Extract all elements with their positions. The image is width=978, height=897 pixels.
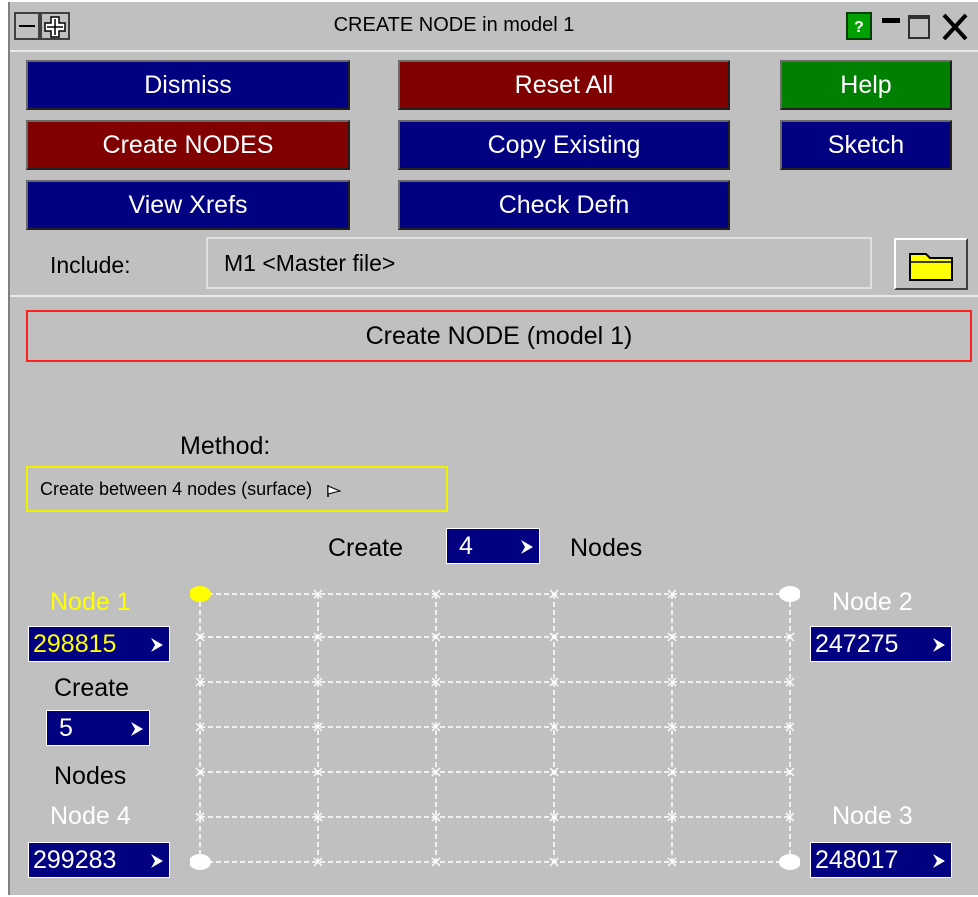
- method-select[interactable]: Create between 4 nodes (surface): [26, 466, 448, 512]
- node1-marker: [190, 586, 211, 602]
- dismiss-button[interactable]: Dismiss: [26, 60, 350, 110]
- help-question-icon[interactable]: ?: [846, 12, 872, 40]
- node2-select[interactable]: 247275: [810, 626, 952, 662]
- minus-icon[interactable]: [14, 12, 40, 40]
- svg-text:?: ?: [854, 19, 864, 36]
- include-label: Include:: [50, 252, 131, 278]
- node1-value: 298815: [33, 629, 117, 658]
- node4-label: Node 4: [50, 802, 131, 830]
- include-field[interactable]: M1 <Master file>: [206, 237, 872, 289]
- window-title: CREATE NODE in model 1: [333, 14, 575, 36]
- minimize-icon[interactable]: [880, 12, 902, 40]
- panel-divider: [10, 295, 978, 297]
- maximize-icon[interactable]: [906, 12, 932, 40]
- node-grid-diagram: [190, 586, 800, 870]
- node2-value: 247275: [815, 629, 899, 658]
- create-row-suffix: Nodes: [570, 534, 643, 562]
- node2-label: Node 2: [832, 588, 913, 616]
- copy-existing-button[interactable]: Copy Existing: [398, 120, 730, 170]
- method-selected-value: Create between 4 nodes (surface): [40, 478, 313, 499]
- create-row-prefix: Create: [328, 534, 404, 562]
- col-count-select[interactable]: 5: [46, 710, 150, 746]
- dropdown-arrow-icon: [933, 854, 945, 868]
- sketch-button[interactable]: Sketch: [780, 120, 952, 170]
- create-nodes-button[interactable]: Create NODES: [26, 120, 350, 170]
- col-count-value: 5: [59, 713, 73, 742]
- help-button[interactable]: Help: [780, 60, 952, 110]
- create-col-suffix: Nodes: [54, 762, 127, 790]
- dropdown-arrow-icon: [151, 854, 163, 868]
- close-icon[interactable]: [938, 10, 972, 42]
- folder-icon: [909, 253, 953, 281]
- view-xrefs-button[interactable]: View Xrefs: [26, 180, 350, 230]
- node3-select[interactable]: 248017: [810, 842, 952, 878]
- node4-value: 299283: [33, 845, 117, 874]
- node4-select[interactable]: 299283: [28, 842, 170, 878]
- title-bar: CREATE NODE in model 1 ?: [10, 2, 978, 52]
- dropdown-arrow-icon: [131, 722, 143, 736]
- node3-marker: [779, 854, 800, 870]
- node3-value: 248017: [815, 845, 899, 874]
- dropdown-arrow-icon: [933, 638, 945, 652]
- dropdown-flag-icon: [326, 482, 342, 497]
- dropdown-arrow-icon: [151, 638, 163, 652]
- check-defn-button[interactable]: Check Defn: [398, 180, 730, 230]
- row-count-select[interactable]: 4: [446, 528, 540, 564]
- node1-label: Node 1: [50, 588, 131, 616]
- row-count-value: 4: [459, 531, 473, 560]
- node2-marker: [779, 586, 800, 602]
- node3-label: Node 3: [832, 802, 913, 830]
- reset-all-button[interactable]: Reset All: [398, 60, 730, 110]
- node4-marker: [190, 854, 211, 870]
- create-col-prefix: Create: [54, 674, 130, 702]
- node1-select[interactable]: 298815: [28, 626, 170, 662]
- folder-button[interactable]: [894, 238, 968, 290]
- create-node-window: CREATE NODE in model 1 ? Dismiss Reset A…: [8, 2, 978, 895]
- method-label: Method:: [180, 432, 271, 460]
- move-cross-icon[interactable]: [40, 12, 70, 40]
- panel-title: Create NODE (model 1): [26, 310, 972, 362]
- dropdown-arrow-icon: [521, 540, 533, 554]
